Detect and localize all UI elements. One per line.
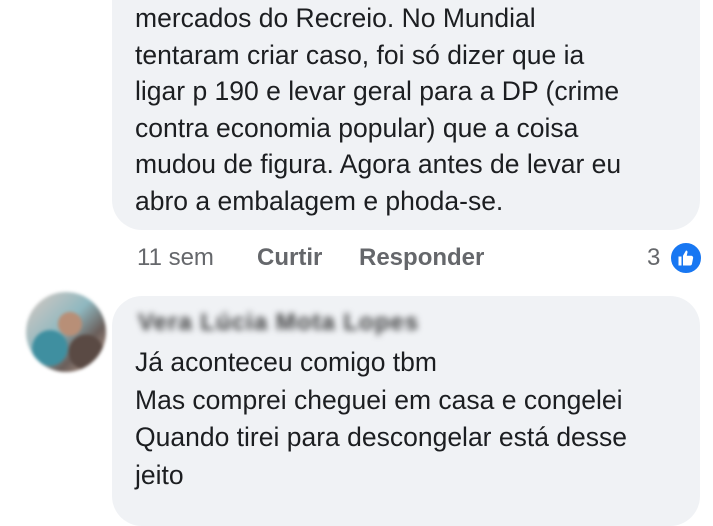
like-thumbs-up-icon[interactable] [669, 241, 703, 275]
avatar[interactable] [26, 292, 106, 372]
reaction-count[interactable]: 3 [647, 240, 660, 276]
reply-button[interactable]: Responder [359, 240, 484, 276]
comment-timestamp[interactable]: 11 sem [137, 240, 214, 276]
thumbs-up-glyph [678, 250, 694, 266]
comment-actions: 11 sem Curtir Responder [0, 240, 713, 280]
comment-author-name[interactable]: Vera Lúcia Mota Lopes [138, 309, 419, 337]
like-button[interactable]: Curtir [257, 240, 322, 276]
comment-text: mercados do Recreio. No Mundial tentaram… [135, 3, 622, 216]
comment-text: Já aconteceu comigo tbm Mas comprei cheg… [135, 347, 628, 490]
